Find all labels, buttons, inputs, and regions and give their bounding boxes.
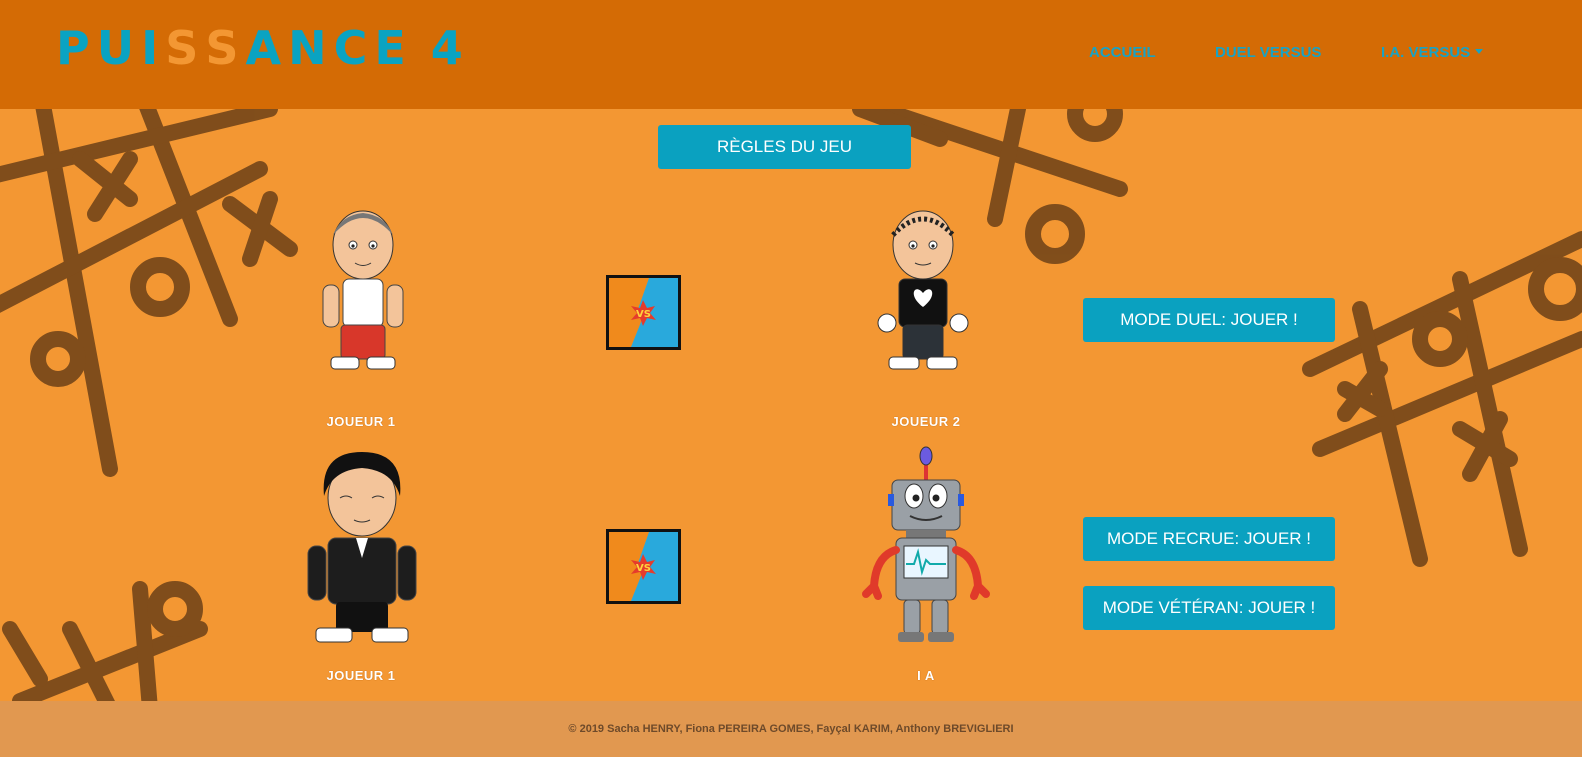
player1-character-image <box>322 210 404 370</box>
ia-opponent-label: I A <box>917 668 935 683</box>
player2-character-image <box>877 210 969 370</box>
nav-ia-versus-dropdown[interactable]: I.A. VERSUS <box>1381 44 1484 61</box>
robot-character-image <box>862 446 990 642</box>
mode-veteran-play-button[interactable]: MODE VÉTÉRAN: JOUER ! <box>1083 586 1335 630</box>
duel-player2-label: JOUEUR 2 <box>891 414 961 429</box>
nav-duel-versus[interactable]: DUEL VERSUS <box>1215 44 1321 61</box>
site-logo[interactable]: PUISSANCE4 <box>56 21 470 75</box>
mode-duel-play-button[interactable]: MODE DUEL: JOUER ! <box>1083 298 1335 342</box>
nav-ia-versus-label: I.A. VERSUS <box>1381 44 1471 61</box>
duel-player1-label: JOUEUR 1 <box>326 414 396 429</box>
chevron-down-icon <box>1475 49 1484 54</box>
background-doodles <box>0 109 1582 701</box>
rules-button[interactable]: RÈGLES DU JEU <box>658 125 911 169</box>
ia-player1-label: JOUEUR 1 <box>326 668 396 683</box>
vs-text-ia: VS <box>636 563 651 574</box>
versus-icon-ia: VS <box>606 529 681 604</box>
footer-copyright: © 2019 Sacha HENRY, Fiona PEREIRA GOMES,… <box>568 723 1014 735</box>
vs-text: VS <box>636 309 651 320</box>
player1-ia-character-image <box>307 452 417 643</box>
versus-icon: VS <box>606 275 681 350</box>
footer: © 2019 Sacha HENRY, Fiona PEREIRA GOMES,… <box>0 701 1582 757</box>
header-bar: PUISSANCE4 ACCUEIL DUEL VERSUS I.A. VERS… <box>0 0 1582 109</box>
mode-recrue-play-button[interactable]: MODE RECRUE: JOUER ! <box>1083 517 1335 561</box>
nav-accueil[interactable]: ACCUEIL <box>1089 44 1156 61</box>
